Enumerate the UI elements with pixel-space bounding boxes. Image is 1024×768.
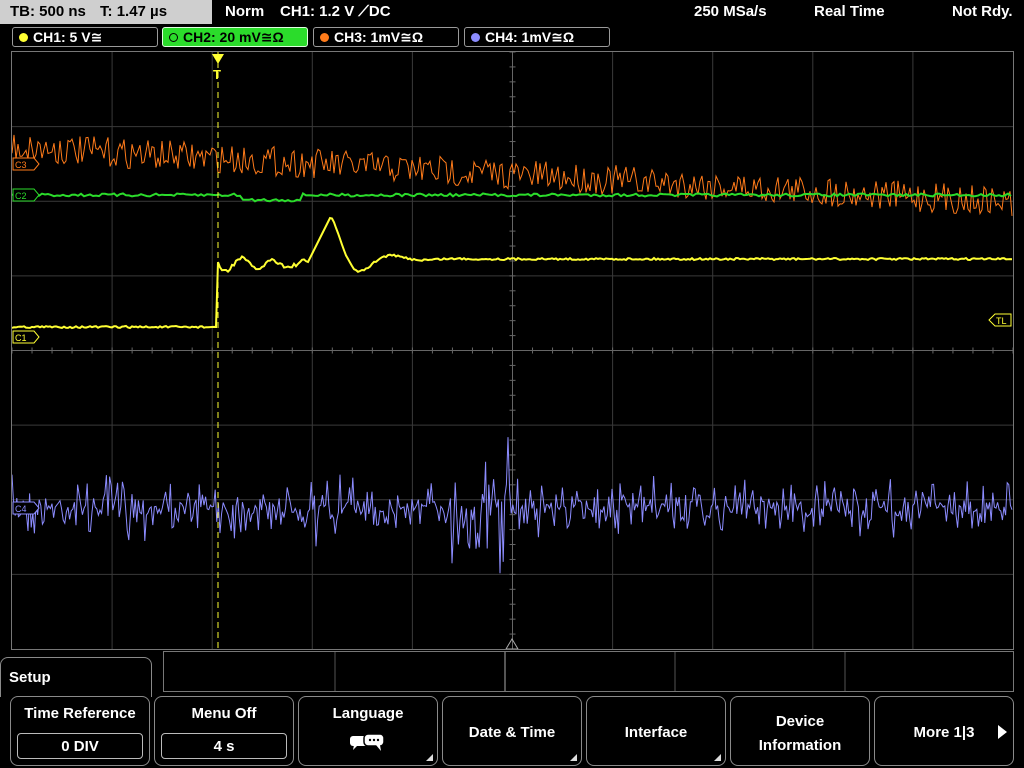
date-time-label: Date & Time xyxy=(468,724,556,741)
ch4-label: CH4: 1mV≅Ω xyxy=(485,29,575,45)
softkey-bar: Time Reference 0 DIV Menu Off 4 s Langua… xyxy=(0,694,1024,768)
ch3-dot-icon xyxy=(320,32,329,42)
submenu-indicator-icon xyxy=(426,754,433,761)
trigger-position-label: T xyxy=(213,67,221,82)
channel-tab-ch2[interactable]: CH2: 20 mV≅Ω xyxy=(162,27,308,47)
time-reference-softkey[interactable]: Time Reference 0 DIV xyxy=(10,696,150,766)
ch3-label: CH3: 1mV≅Ω xyxy=(334,29,424,45)
next-page-arrow-icon xyxy=(998,725,1007,739)
zoom-overview-window xyxy=(163,651,1014,692)
date-time-softkey[interactable]: Date & Time xyxy=(442,696,582,766)
acquisition-mode: Real Time xyxy=(814,3,885,20)
device-information-label-line1: Device xyxy=(775,713,825,730)
submenu-indicator-icon xyxy=(714,754,721,761)
ch1-dot-icon xyxy=(19,32,28,42)
trigger-mode[interactable]: Norm xyxy=(225,0,264,24)
ch3-offset-marker[interactable]: C3 xyxy=(12,157,40,171)
waveform-canvas: T TL C3 C2 C1 C4 xyxy=(12,52,1013,649)
ch4-dot-icon xyxy=(471,32,480,42)
trigger-level-label: TL xyxy=(996,316,1007,326)
trigger-level-marker[interactable]: TL xyxy=(988,313,1012,327)
ch2-offset-marker[interactable]: C2 xyxy=(12,188,40,202)
ch1-label: CH1: 5 V≅ xyxy=(33,29,103,45)
svg-text:C3: C3 xyxy=(15,160,27,170)
trigger-time-value: T: 1.47 µs xyxy=(100,3,168,20)
timebase-box[interactable]: TB: 500 ns T: 1.47 µs xyxy=(0,0,212,24)
trigger-info[interactable]: CH1: 1.2 V ⟋DC xyxy=(280,0,391,24)
waveform-display[interactable]: T TL C3 C2 C1 C4 xyxy=(11,51,1014,650)
submenu-indicator-icon xyxy=(570,754,577,761)
menu-off-value[interactable]: 4 s xyxy=(161,733,287,759)
time-reference-value[interactable]: 0 DIV xyxy=(17,733,143,759)
ch4-offset-marker[interactable]: C4 xyxy=(12,501,40,515)
ch2-dot-icon xyxy=(169,32,178,42)
status-bar: TB: 500 ns T: 1.47 µs Norm CH1: 1.2 V ⟋D… xyxy=(0,0,1024,24)
timebase-value: TB: 500 ns xyxy=(10,3,86,20)
svg-text:C2: C2 xyxy=(15,191,27,201)
menu-off-label: Menu Off xyxy=(191,705,257,722)
interface-softkey[interactable]: Interface xyxy=(586,696,726,766)
ch2-label: CH2: 20 mV≅Ω xyxy=(183,29,284,45)
sample-rate: 250 MSa/s xyxy=(694,3,767,20)
channel-tab-ch1[interactable]: CH1: 5 V≅ xyxy=(12,27,158,47)
acquisition-state: Not Rdy. xyxy=(952,3,1013,20)
svg-text:C1: C1 xyxy=(15,333,27,343)
speech-bubbles-icon xyxy=(350,733,385,751)
time-reference-label: Time Reference xyxy=(24,705,136,722)
channel-bar: CH1: 5 V≅ CH2: 20 mV≅Ω CH3: 1mV≅Ω CH4: 1… xyxy=(0,26,1024,48)
channel-tab-ch4[interactable]: CH4: 1mV≅Ω xyxy=(464,27,610,47)
channel-tab-ch3[interactable]: CH3: 1mV≅Ω xyxy=(313,27,459,47)
menu-title-tab: Setup xyxy=(0,657,152,697)
interface-label: Interface xyxy=(624,724,688,741)
device-information-label-line2: Information xyxy=(758,737,842,754)
svg-text:C4: C4 xyxy=(15,504,27,514)
language-label: Language xyxy=(332,705,404,722)
more-label: More 1|3 xyxy=(913,724,975,741)
overview-grid xyxy=(334,652,846,691)
menu-title: Setup xyxy=(9,669,51,686)
more-softkey[interactable]: More 1|3 xyxy=(874,696,1014,766)
menu-off-softkey[interactable]: Menu Off 4 s xyxy=(154,696,294,766)
language-softkey[interactable]: Language xyxy=(298,696,438,766)
ch1-offset-marker[interactable]: C1 xyxy=(12,330,40,344)
device-information-softkey[interactable]: Device Information xyxy=(730,696,870,766)
